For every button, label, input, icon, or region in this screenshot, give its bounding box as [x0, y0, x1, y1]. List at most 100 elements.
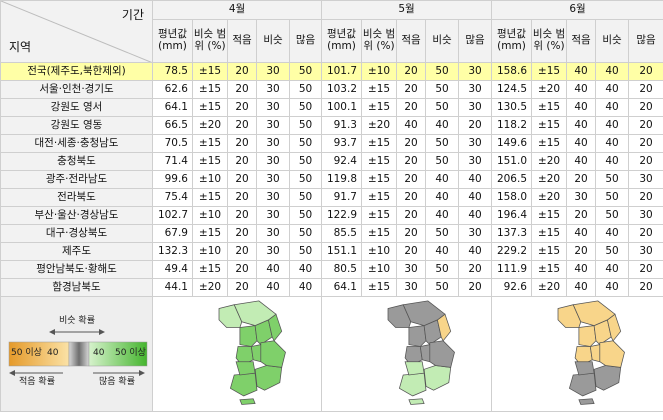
region-name: 광주·전라남도 — [0, 170, 153, 189]
map-region — [578, 325, 597, 347]
subheader-above: 많음 — [628, 19, 663, 63]
table-cell: 50 — [595, 242, 629, 261]
header-corner: 기간 지역 — [0, 0, 153, 63]
table-cell: 66.5 — [152, 116, 193, 135]
table-cell: 20 — [227, 278, 257, 297]
table-cell: ±20 — [192, 278, 228, 297]
table-cell: 30 — [396, 278, 426, 297]
table-cell: 30 — [628, 170, 663, 189]
table-cell: ±15 — [531, 116, 567, 135]
legend-above-label: 많음 확률 — [99, 377, 135, 387]
korea-map — [218, 300, 286, 405]
table-cell: 30 — [256, 134, 290, 153]
table-cell: ±15 — [531, 134, 567, 153]
table-cell: 30 — [256, 62, 290, 81]
subheader-range: 비슷 범위 (%) — [531, 19, 567, 63]
map-may — [387, 300, 455, 405]
table-cell: 40 — [566, 98, 596, 117]
table-cell: 20 — [227, 134, 257, 153]
table-row: 함경남북도 44.1 ±20 20 40 40 64.1 ±15 30 50 20 92.6 ±20 40… — [0, 278, 663, 297]
table-cell: 20 — [227, 62, 257, 81]
table-cell: 67.9 — [152, 224, 193, 243]
table-cell: ±20 — [361, 116, 397, 135]
table-cell: 30 — [256, 206, 290, 225]
subheader-normal: 평년값 (mm) — [152, 19, 193, 63]
region-name: 강원도 영동 — [0, 116, 153, 135]
table-cell: 20 — [396, 80, 426, 99]
table-cell: 137.3 — [491, 224, 532, 243]
table-cell: 30 — [256, 224, 290, 243]
table-row: 전국(제주도,북한제외) 78.5 ±15 20 30 50 101.7 ±10 20 50 30 1… — [0, 62, 663, 81]
month-header-june: 6월 — [491, 0, 663, 20]
table-cell: 20 — [628, 260, 663, 279]
table-cell: 92.4 — [321, 152, 362, 171]
map-region — [423, 365, 452, 391]
table-cell: 30 — [566, 188, 596, 207]
table-cell: ±15 — [361, 188, 397, 207]
map-cell-april — [152, 296, 322, 412]
map-cell-may — [321, 296, 492, 412]
table-cell: 40 — [458, 242, 492, 261]
table-cell: 40 — [289, 278, 322, 297]
table-cell: 158.0 — [491, 188, 532, 207]
map-region — [229, 372, 258, 397]
map-region — [254, 365, 283, 391]
subheader-normal: 평년값 (mm) — [491, 19, 532, 63]
table-cell: 30 — [256, 116, 290, 135]
table-cell: ±15 — [192, 80, 228, 99]
table-cell: ±20 — [531, 278, 567, 297]
region-name: 충청북도 — [0, 152, 153, 171]
table-cell: 40 — [595, 224, 629, 243]
table-cell: 40 — [566, 260, 596, 279]
table-cell: 20 — [566, 206, 596, 225]
map-region — [429, 340, 455, 368]
table-cell: 78.5 — [152, 62, 193, 81]
table-cell: 50 — [425, 98, 459, 117]
table-cell: 50 — [289, 134, 322, 153]
table-cell: 40 — [566, 62, 596, 81]
table-cell: 130.5 — [491, 98, 532, 117]
table-cell: ±15 — [361, 98, 397, 117]
table-cell: 20 — [396, 242, 426, 261]
table-cell: 20 — [628, 134, 663, 153]
table-cell: ±15 — [361, 206, 397, 225]
legend-above-50-label: 50 이상 — [115, 348, 146, 358]
table-cell: 40 — [595, 98, 629, 117]
table-cell: ±15 — [192, 152, 228, 171]
table-cell: 20 — [396, 170, 426, 189]
table-cell: 99.6 — [152, 170, 193, 189]
table-cell: 40 — [425, 242, 459, 261]
table-cell: 30 — [458, 62, 492, 81]
table-cell: ±15 — [361, 170, 397, 189]
table-cell: ±15 — [192, 98, 228, 117]
table-cell: 50 — [289, 188, 322, 207]
table-cell: 20 — [628, 278, 663, 297]
table-cell: 103.2 — [321, 80, 362, 99]
table-cell: 40 — [425, 170, 459, 189]
table-cell: ±15 — [531, 206, 567, 225]
table-cell: 30 — [396, 260, 426, 279]
table-cell: 80.5 — [321, 260, 362, 279]
legend-cell: 비슷 확률 50 이상 40 40 50 이상 적음 확률 많음 확률 — [0, 296, 153, 412]
table-cell: 50 — [289, 62, 322, 81]
table-cell: 40 — [256, 260, 290, 279]
map-region — [578, 398, 595, 405]
region-name: 전국(제주도,북한제외) — [0, 62, 153, 81]
map-april — [218, 300, 286, 405]
table-cell: 40 — [458, 206, 492, 225]
korea-map — [557, 300, 625, 405]
table-cell: 100.1 — [321, 98, 362, 117]
table-cell: 50 — [289, 224, 322, 243]
table-cell: 30 — [458, 134, 492, 153]
table-cell: 50 — [425, 62, 459, 81]
table-body: 전국(제주도,북한제외) 78.5 ±15 20 30 50 101.7 ±10 20 50 30 1… — [0, 62, 663, 297]
table-cell: 20 — [227, 260, 257, 279]
table-cell: ±15 — [192, 62, 228, 81]
subheader-similar: 비슷 — [425, 19, 459, 63]
table-row: 강원도 영동 66.5 ±20 20 30 50 91.3 ±20 40 40 20 118.2 ±15… — [0, 116, 663, 135]
table-cell: ±15 — [192, 224, 228, 243]
table-cell: ±15 — [192, 260, 228, 279]
map-region — [568, 372, 597, 397]
table-cell: 20 — [396, 206, 426, 225]
table-cell: ±15 — [531, 62, 567, 81]
